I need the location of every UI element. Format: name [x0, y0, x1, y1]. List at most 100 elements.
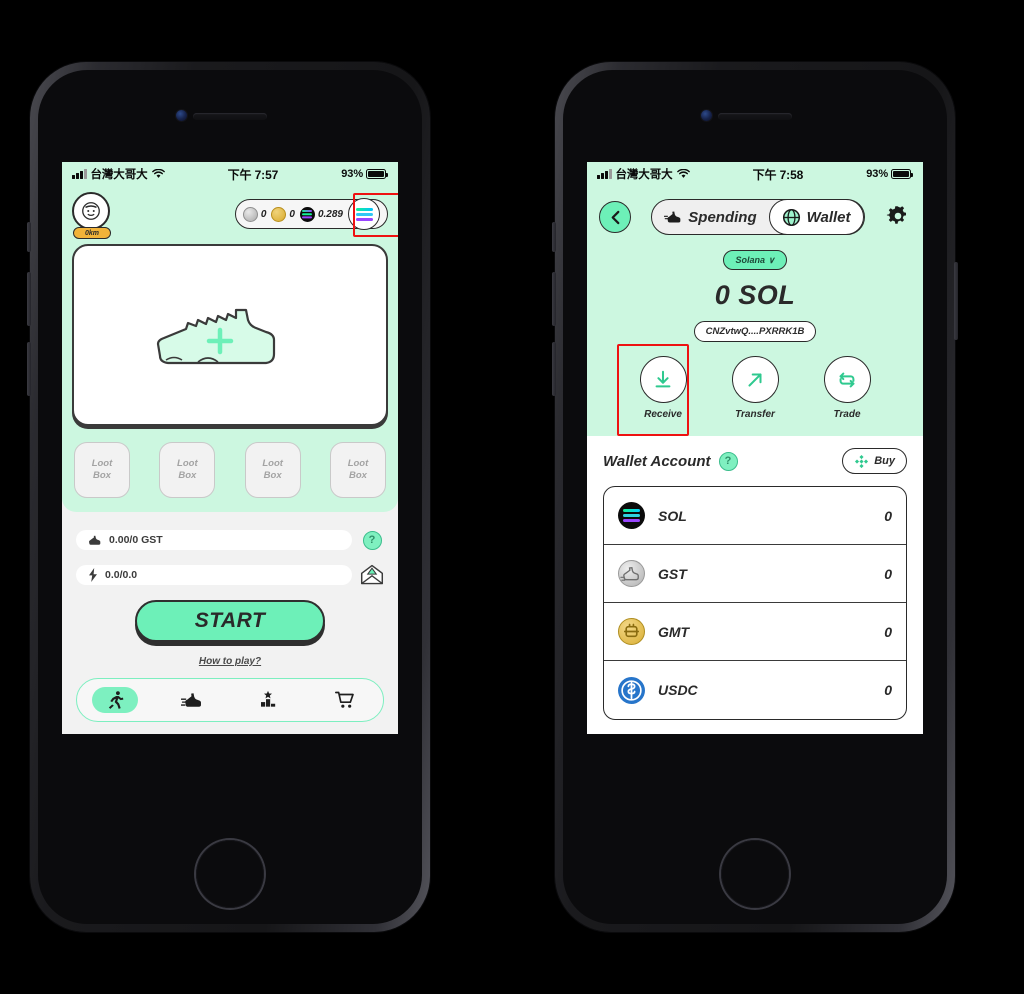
loot-label-3a: Loot: [262, 458, 283, 470]
token-list: SOL 0 GST 0 GMT 0 USDC 0: [603, 486, 907, 720]
tab-spending[interactable]: Spending: [652, 199, 768, 235]
back-button[interactable]: [599, 201, 631, 233]
token-name: GST: [658, 565, 687, 582]
energy-stat-row: 0.0/0.0: [76, 564, 384, 586]
token-bar-group: 0 0 0.289: [234, 193, 398, 237]
gear-icon: [886, 206, 906, 224]
clock-label: 下午 7:57: [227, 167, 279, 182]
front-camera-icon-2: [701, 110, 712, 121]
cellular-signal-icon: [72, 169, 87, 179]
left-app-root: 0km 0 0 0.289 Loot Box Loot Box Loot Box…: [62, 186, 398, 734]
nav-item-run[interactable]: [92, 687, 139, 713]
token-amount: 0: [884, 682, 892, 698]
download-arrow-icon: [655, 370, 671, 387]
right-app-root: Spending Wallet Solana ∨ 0 SOL CNZvtwQ..…: [587, 186, 923, 734]
how-to-play-link[interactable]: How to play?: [76, 656, 384, 667]
sneaker-slot-card[interactable]: [72, 244, 388, 426]
mail-envelope-icon: [360, 564, 384, 585]
token-sol[interactable]: 0.289: [299, 206, 343, 222]
loot-box-4[interactable]: Loot Box: [329, 442, 386, 498]
help-button[interactable]: ?: [360, 530, 384, 550]
clock-label-2: 下午 7:58: [752, 167, 804, 182]
nav-item-shoes[interactable]: [169, 687, 215, 713]
globe-icon: [782, 208, 800, 226]
solana-wallet-icon[interactable]: [348, 198, 380, 230]
binance-diamond-icon: [855, 454, 869, 468]
earpiece-speaker: [193, 113, 267, 120]
sneaker-speed-icon-3: [664, 211, 681, 223]
carrier-label: 台灣大哥大: [90, 169, 148, 181]
gst-progress-bar[interactable]: 0.00/0 GST: [76, 530, 352, 550]
sneaker-outline-icon: [156, 308, 276, 365]
avatar[interactable]: 0km: [72, 192, 116, 239]
left-phone-screen: 台灣大哥大 下午 7:57 93% 0km 0 0 0.289 Loot Box…: [62, 162, 398, 734]
loot-box-1[interactable]: Loot Box: [74, 442, 130, 498]
wallet-segmented-control: Spending Wallet: [651, 199, 865, 235]
chain-selector-label: Solana: [735, 255, 765, 265]
buy-button[interactable]: Buy: [842, 448, 907, 474]
token-gmt[interactable]: 0: [271, 206, 295, 222]
earpiece-speaker-2: [718, 113, 792, 120]
wallet-account-title-group: Wallet Account ?: [603, 451, 738, 471]
sol-coin-icon: [299, 206, 315, 222]
trade-button[interactable]: [823, 356, 871, 403]
cellular-signal-icon-2: [597, 169, 612, 179]
volume-down-button[interactable]: [27, 342, 31, 396]
user-avatar-icon: [72, 192, 110, 230]
loot-box-2[interactable]: Loot Box: [159, 442, 216, 498]
nav-item-shop[interactable]: [322, 687, 368, 713]
mute-switch-2[interactable]: [552, 222, 556, 252]
token-amount: 0: [884, 623, 892, 640]
usdc-token-icon: [618, 676, 645, 704]
tab-wallet-label: Wallet: [806, 208, 851, 226]
home-button[interactable]: [196, 840, 264, 908]
wallet-account-section: Wallet Account ? Buy SOL 0 GST 0 GMT 0 U…: [587, 436, 923, 734]
wallet-address[interactable]: CNZvtwQ....PXRRK1B: [694, 321, 816, 342]
tab-wallet[interactable]: Wallet: [768, 199, 864, 235]
battery-percent-label: 93%: [341, 168, 363, 180]
transfer-button[interactable]: [731, 356, 779, 403]
chevron-down-icon: ∨: [767, 254, 775, 265]
token-balance-bar[interactable]: 0 0 0.289: [234, 198, 388, 230]
energy-progress-bar[interactable]: 0.0/0.0: [76, 565, 352, 585]
transfer-action[interactable]: Transfer: [719, 356, 791, 420]
token-gst[interactable]: 0: [242, 206, 266, 222]
table-row[interactable]: GST 0: [604, 545, 906, 603]
start-button[interactable]: START: [135, 600, 325, 642]
chain-selector[interactable]: Solana ∨: [723, 250, 787, 270]
table-row[interactable]: SOL 0: [604, 487, 906, 545]
home-button-2[interactable]: [721, 840, 789, 908]
wallet-balance: 0 SOL: [714, 280, 796, 310]
chevron-left-icon: [611, 210, 619, 224]
volume-up-button-2[interactable]: [552, 272, 556, 326]
receive-button[interactable]: [639, 356, 687, 403]
settings-button[interactable]: [885, 204, 911, 230]
table-row[interactable]: USDC 0: [604, 661, 906, 719]
wifi-icon-2: [676, 169, 690, 178]
loot-label-4a: Loot: [347, 458, 369, 470]
volume-down-button-2[interactable]: [552, 342, 556, 396]
status-left-2: 台灣大哥大: [597, 166, 690, 182]
loot-box-3[interactable]: Loot Box: [244, 442, 301, 498]
right-status-bar: 台灣大哥大 下午 7:58 93%: [587, 162, 923, 186]
table-row[interactable]: GMT 0: [604, 603, 906, 661]
power-button[interactable]: [954, 262, 958, 340]
volume-up-button[interactable]: [27, 272, 31, 326]
gst-progress-value: 0.00/0 GST: [109, 534, 163, 546]
wallet-top-panel: Spending Wallet Solana ∨ 0 SOL CNZvtwQ..…: [587, 186, 923, 436]
nav-item-ranking[interactable]: [245, 687, 291, 713]
battery-percent-label-2: 93%: [866, 168, 888, 180]
receive-label: Receive: [644, 409, 682, 420]
question-mark-icon: ?: [362, 530, 382, 550]
loot-label-2b: Box: [178, 470, 197, 481]
receive-action[interactable]: Receive: [627, 356, 699, 420]
question-mark-icon-2[interactable]: ?: [718, 451, 738, 471]
transfer-label: Transfer: [735, 409, 775, 420]
trade-action[interactable]: Trade: [811, 356, 883, 420]
mail-button[interactable]: [360, 564, 384, 586]
token-sol-value: 0.289: [317, 208, 343, 220]
left-app-header: 0km 0 0 0.289: [72, 192, 398, 239]
left-top-panel: 0km 0 0 0.289 Loot Box Loot Box Loot Box…: [62, 186, 398, 512]
swap-repeat-icon: [839, 372, 855, 387]
mute-switch[interactable]: [27, 222, 31, 252]
